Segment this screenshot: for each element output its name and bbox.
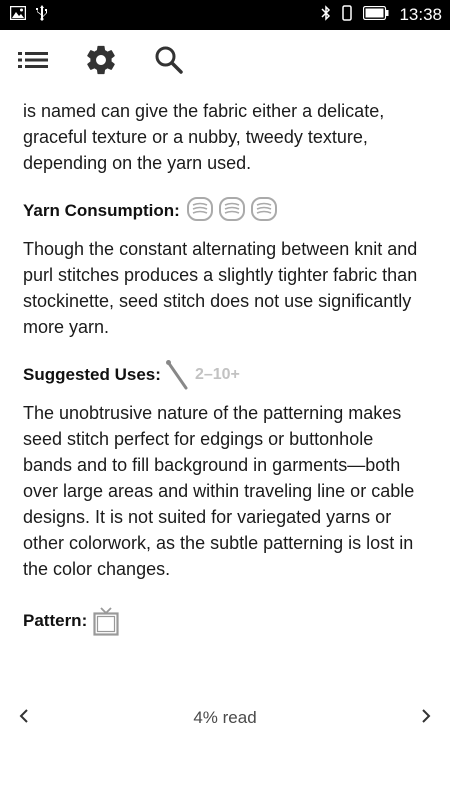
suggested-uses-paragraph: The unobtrusive nature of the patterning… — [23, 403, 415, 579]
yarn-consumption-label: Yarn Consumption: — [23, 201, 180, 220]
intro-paragraph: is named can give the fabric either a de… — [23, 101, 385, 173]
yarn-skein-icon — [250, 196, 278, 227]
pattern-heading: Pattern: — [23, 606, 427, 636]
gear-icon — [84, 43, 118, 82]
pattern-label: Pattern: — [23, 611, 88, 630]
video-tv-icon[interactable] — [93, 606, 119, 636]
suggested-uses-label: Suggested Uses: — [23, 365, 161, 384]
suggested-uses-heading: Suggested Uses: 2–10+ — [23, 360, 427, 390]
next-page-button[interactable] — [416, 703, 436, 733]
previous-page-button[interactable] — [14, 703, 34, 733]
yarn-consumption-paragraph: Though the constant alternating between … — [23, 239, 418, 337]
table-of-contents-button[interactable] — [14, 43, 52, 81]
chevron-left-icon — [19, 708, 29, 729]
status-bar: 13:38 — [0, 0, 450, 30]
reading-footer: 4% read — [0, 700, 450, 736]
list-icon — [17, 49, 49, 76]
knitting-needle-icon — [165, 359, 189, 391]
clock: 13:38 — [399, 5, 442, 24]
yarn-skein-icon — [186, 196, 214, 227]
yarn-consumption-heading: Yarn Consumption: — [23, 196, 427, 226]
reader-content: is named can give the fabric either a de… — [23, 96, 427, 636]
bluetooth-icon — [321, 4, 331, 26]
search-icon — [153, 44, 185, 81]
settings-button[interactable] — [82, 43, 120, 81]
vibrate-icon — [341, 4, 353, 26]
search-button[interactable] — [150, 43, 188, 81]
yarn-skein-rating — [186, 196, 278, 227]
battery-icon — [363, 5, 389, 25]
reading-progress: 4% read — [193, 708, 257, 727]
app-toolbar — [0, 30, 450, 94]
usb-icon — [36, 4, 48, 26]
yarn-skein-icon — [218, 196, 246, 227]
chevron-right-icon — [421, 708, 431, 729]
suggested-uses-range: 2–10+ — [194, 366, 240, 383]
image-icon — [9, 5, 27, 25]
